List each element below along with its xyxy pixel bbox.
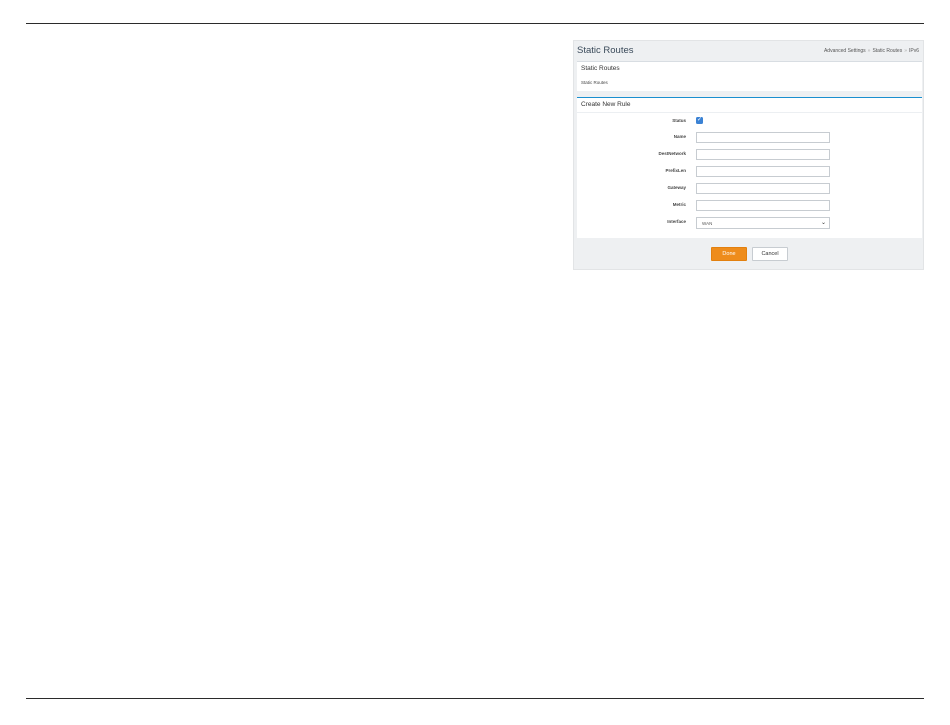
name-label: Name bbox=[673, 134, 686, 139]
name-row: Name bbox=[577, 132, 922, 143]
top-rule bbox=[26, 23, 924, 24]
prefixlen-label: PrefixLen bbox=[665, 168, 686, 173]
prefixlen-input[interactable] bbox=[696, 166, 830, 177]
page-title: Static Routes bbox=[577, 45, 634, 56]
create-rule-card: Create New Rule Status ✓ Name DestNetwor… bbox=[577, 97, 922, 238]
destnetwork-row: DestNetwork bbox=[577, 149, 922, 160]
cancel-button[interactable]: Cancel bbox=[752, 247, 788, 261]
destnetwork-input[interactable] bbox=[696, 149, 830, 160]
static-routes-card: Static Routes Static Routes bbox=[577, 61, 922, 91]
done-button[interactable]: Done bbox=[711, 247, 747, 261]
name-input[interactable] bbox=[696, 132, 830, 143]
static-routes-heading: Static Routes bbox=[581, 65, 620, 72]
create-rule-heading: Create New Rule bbox=[581, 101, 631, 108]
static-routes-link[interactable]: Static Routes bbox=[581, 80, 608, 85]
chevron-down-icon: ⌄ bbox=[820, 220, 826, 226]
metric-label: Metric bbox=[672, 202, 686, 207]
metric-row: Metric bbox=[577, 200, 922, 211]
breadcrumb-separator: » bbox=[867, 48, 871, 54]
static-routes-panel: Static Routes Advanced Settings» Static R… bbox=[573, 40, 924, 270]
bottom-rule bbox=[26, 698, 924, 699]
breadcrumb: Advanced Settings» Static Routes» IPv6 bbox=[824, 48, 919, 54]
panel-header: Static Routes Advanced Settings» Static R… bbox=[574, 41, 923, 61]
destnetwork-label: DestNetwork bbox=[658, 151, 686, 156]
breadcrumb-ipv6: IPv6 bbox=[908, 48, 919, 54]
status-checkbox[interactable]: ✓ bbox=[696, 117, 703, 124]
card-divider bbox=[577, 112, 922, 113]
status-label: Status bbox=[672, 118, 686, 123]
interface-selected-value: WAN bbox=[702, 221, 713, 226]
status-row: Status ✓ bbox=[577, 116, 922, 127]
gateway-input[interactable] bbox=[696, 183, 830, 194]
prefixlen-row: PrefixLen bbox=[577, 166, 922, 177]
breadcrumb-advanced-settings[interactable]: Advanced Settings bbox=[824, 48, 866, 54]
gateway-label: Gateway bbox=[667, 185, 686, 190]
interface-select[interactable]: WAN ⌄ bbox=[696, 217, 830, 229]
interface-row: Interface WAN ⌄ bbox=[577, 217, 922, 229]
gateway-row: Gateway bbox=[577, 183, 922, 194]
breadcrumb-separator: » bbox=[904, 48, 907, 54]
metric-input[interactable] bbox=[696, 200, 830, 211]
breadcrumb-static-routes[interactable]: Static Routes bbox=[872, 48, 902, 54]
interface-label: Interface bbox=[667, 219, 686, 224]
